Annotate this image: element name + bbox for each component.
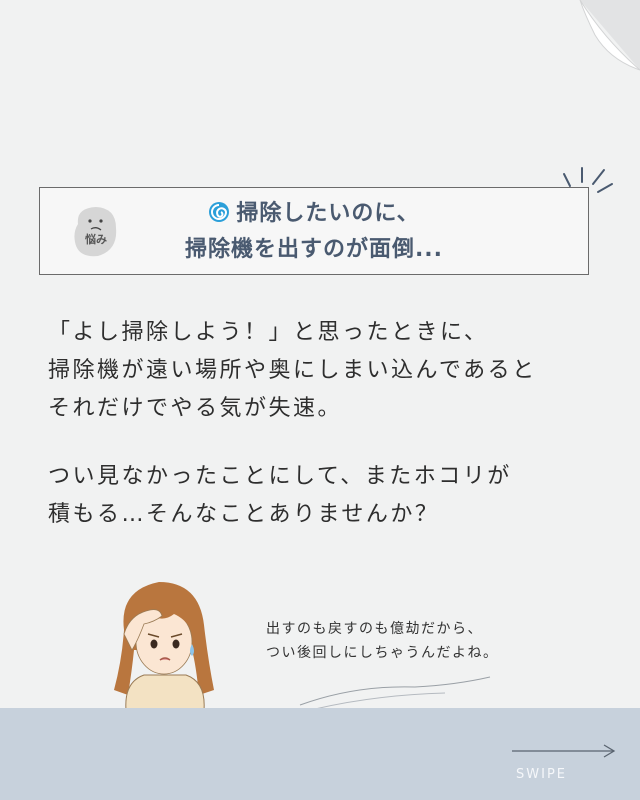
swipe-arrow-icon[interactable] <box>510 743 620 759</box>
worry-title: 掃除したいのに、 掃除機を出すのが面倒... <box>40 196 588 268</box>
worry-title-line2: 掃除機を出すのが面倒... <box>184 237 444 262</box>
body-line: 「よし掃除しよう！」と思ったときに、 <box>48 320 489 345</box>
body-paragraph-2: つい見なかったことにして、またホコリが 積もる…そんなことありませんか？ <box>48 458 618 534</box>
body-paragraph-1: 「よし掃除しよう！」と思ったときに、 掃除機が遠い場所や奥にしまい込んであると … <box>48 314 618 428</box>
page-curl-icon <box>579 0 640 71</box>
body-line: 掃除機が遠い場所や奥にしまい込んであると <box>48 358 537 383</box>
body-line: 積もる…そんなことありませんか？ <box>48 502 440 527</box>
body-line: つい見なかったことにして、またホコリが <box>48 464 512 489</box>
speech-line-1: 出すのも戻すのも億劫だから、 <box>266 621 483 637</box>
speech-text: 出すのも戻すのも億劫だから、 つい後回しにしちゃうんだよね。 <box>266 617 606 665</box>
swipe-label[interactable]: SWIPE <box>516 767 567 782</box>
swirl-icon <box>209 202 230 222</box>
worry-box: 悩み 掃除したいのに、 掃除機を出すのが面倒... <box>39 187 589 275</box>
worry-title-line1: 掃除したいのに、 <box>236 201 420 226</box>
speech-line-2: つい後回しにしちゃうんだよね。 <box>266 645 499 661</box>
troubled-girl-illustration <box>114 582 214 710</box>
body-line: それだけでやる気が失速。 <box>48 396 343 421</box>
